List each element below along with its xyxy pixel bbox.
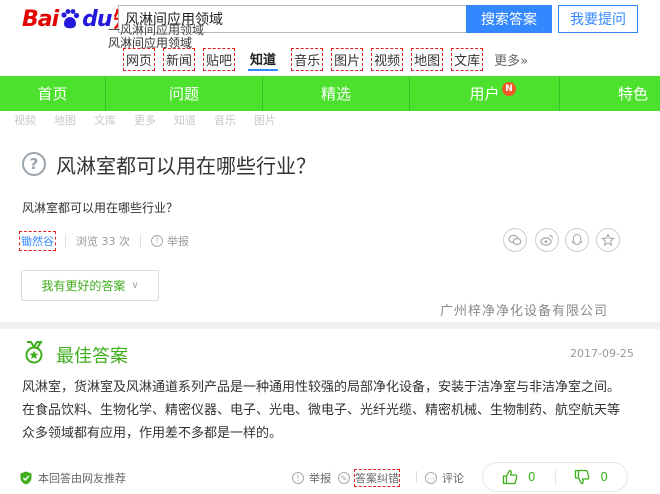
report-icon: ! [151, 235, 163, 247]
answer-report[interactable]: ! 举报 [292, 470, 331, 486]
meta-divider [65, 235, 66, 247]
qq-icon[interactable] [565, 228, 589, 252]
channel-featured-label: 精选 [320, 85, 351, 103]
recommended-badge: 本回答由网友推荐 [20, 470, 126, 486]
answer-correction[interactable]: ✎ 答案纠错 [338, 469, 400, 487]
favorite-star-icon[interactable] [596, 228, 620, 252]
channel-users-label: 用户 [469, 85, 500, 103]
search-suggestion[interactable]: 一风淋间应用领域 风淋间应用领域 [108, 24, 204, 50]
ghost-nav-artifact: 视频 地图 文库 更多 知道 音乐 图片 [14, 112, 276, 130]
question-meta: 锄然谷 浏览 33 次 ! 举报 [19, 231, 189, 251]
nav-item-webpage[interactable]: 网页 [122, 47, 156, 71]
channel-home[interactable]: 首页 [0, 76, 106, 111]
logo-bai-text: Bai [22, 6, 59, 32]
ghost-item: 地图 [54, 114, 76, 127]
view-count: 浏览 33 次 [76, 235, 130, 248]
question-description: 风淋室都可以用在哪些行业？ [22, 201, 179, 215]
weibo-icon[interactable] [535, 228, 559, 252]
nav-item-music[interactable]: 音乐 [291, 47, 324, 71]
watermark-text: 广州梓净净化设备有限公司 [440, 304, 609, 319]
header: Bai du 知道 风淋间应用领域 搜索答案 我要提问 一风淋间应用领域 风淋间… [0, 0, 660, 76]
answer-correction-label: 答案纠错 [354, 469, 400, 487]
ghost-item: 知道 [174, 114, 196, 127]
baidu-paw-icon [61, 9, 80, 29]
channel-questions[interactable]: 问题 [106, 76, 263, 111]
ghost-item: 更多 [134, 114, 156, 127]
vote-box: 0 0 [482, 462, 628, 492]
channel-bar: 首页 问题 精选 用户 N 特色 [0, 76, 660, 111]
chevron-down-icon: ∨ [131, 280, 139, 291]
nav-item-tieba[interactable]: 贴吧 [203, 47, 236, 71]
best-answer-medal-icon [25, 341, 43, 364]
answer-comment-label: 评论 [442, 472, 464, 485]
search-answer-button[interactable]: 搜索答案 [466, 5, 552, 33]
channel-users[interactable]: 用户 N [410, 76, 560, 111]
footer-divider [416, 471, 417, 483]
suggestion-line-1: 一风淋间应用领域 [108, 23, 205, 37]
meta-divider [140, 235, 141, 247]
best-answer-title: 最佳答案 [56, 346, 128, 367]
footer-divider [330, 471, 331, 483]
answer-date: 2017-09-25 [570, 347, 634, 360]
channel-featured[interactable]: 精选 [263, 76, 410, 111]
recommended-text: 本回答由网友推荐 [38, 472, 126, 485]
nav-item-images[interactable]: 图片 [331, 47, 364, 71]
question-mark-icon: ? [22, 152, 46, 176]
nav-item-zhidao[interactable]: 知道 [248, 48, 279, 71]
answer-footer: 本回答由网友推荐 ! 举报 ✎ 答案纠错 ⋯ 评论 0 0 [20, 462, 640, 492]
correction-icon: ✎ [338, 472, 350, 484]
nav-item-more[interactable]: 更多» [492, 49, 530, 70]
nav-item-video[interactable]: 视频 [371, 47, 404, 71]
channel-questions-label: 问题 [168, 85, 199, 103]
answer-comment[interactable]: ⋯ 评论 [425, 470, 464, 486]
ghost-item: 文库 [94, 114, 116, 127]
new-badge: N [502, 82, 516, 96]
nav-item-news[interactable]: 新闻 [163, 47, 196, 71]
nav-item-map[interactable]: 地图 [411, 47, 444, 71]
ghost-item: 图片 [254, 114, 276, 127]
ghost-item: 视频 [14, 114, 36, 127]
ghost-item: 音乐 [214, 114, 236, 127]
thumbs-up-icon [502, 469, 518, 485]
channel-special[interactable]: 特色 [560, 76, 660, 111]
better-answer-label: 我有更好的答案 [41, 279, 126, 293]
question-title: 风淋室都可以用在哪些行业？ [56, 154, 316, 178]
wechat-icon[interactable] [503, 228, 527, 252]
channel-special-label: 特色 [617, 85, 648, 103]
shield-check-icon [20, 471, 32, 485]
ask-question-button[interactable]: 我要提问 [558, 5, 638, 33]
product-nav: 网页 新闻 贴吧 知道 音乐 图片 视频 地图 文库 更多» [122, 47, 540, 71]
better-answer-button[interactable]: 我有更好的答案 ∨ [21, 270, 159, 301]
upvote-count: 0 [527, 470, 536, 484]
answer-report-label: 举报 [309, 472, 331, 485]
thumbs-down-icon [575, 469, 590, 485]
downvote-count: 0 [600, 470, 609, 484]
best-answer-text: 风淋室，货淋室及风淋通道系列产品是一种通用性较强的局部净化设备，安装于洁净室与非… [22, 380, 621, 441]
nav-item-wenku[interactable]: 文库 [451, 47, 484, 71]
channel-home-label: 首页 [37, 85, 68, 103]
section-divider [0, 322, 660, 329]
question-report-link[interactable]: 举报 [167, 233, 189, 249]
comment-icon: ⋯ [425, 472, 437, 484]
asker-username[interactable]: 锄然谷 [19, 231, 56, 251]
report-icon: ! [292, 472, 304, 484]
downvote-button[interactable]: 0 [556, 469, 628, 485]
upvote-button[interactable]: 0 [483, 469, 555, 485]
